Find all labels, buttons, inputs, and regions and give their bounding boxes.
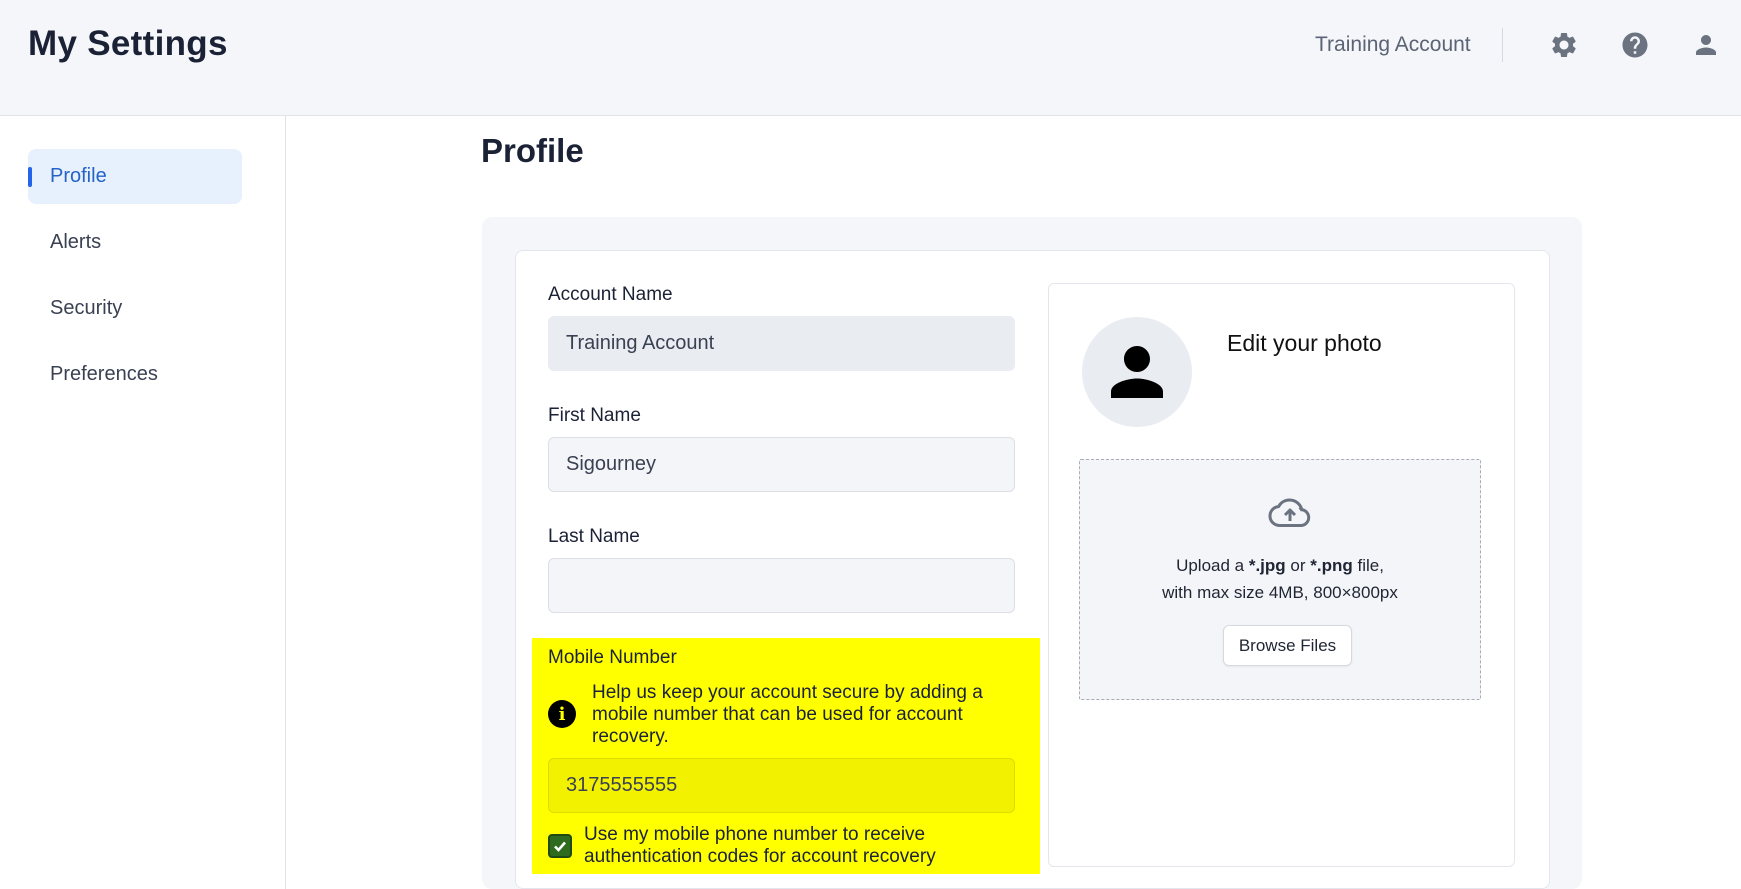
page-title: Profile — [481, 132, 584, 169]
upload-size-limit: with max size 4MB, 800×800px — [1162, 583, 1398, 602]
mobile-number-label: Mobile Number — [548, 647, 677, 668]
last-name-label: Last Name — [548, 526, 640, 547]
sidebar-item-label: Profile — [50, 165, 107, 187]
edit-photo-title: Edit your photo — [1227, 330, 1382, 356]
sidebar-item-label: Alerts — [50, 231, 102, 253]
first-name-field[interactable] — [548, 437, 1015, 492]
settings-sidebar: Profile Alerts Security Preferences — [0, 116, 286, 889]
upload-prefix: Upload a — [1176, 556, 1249, 575]
last-name-field[interactable] — [548, 558, 1015, 613]
upload-or: or — [1285, 556, 1311, 575]
upload-instructions: Upload a *.jpg or *.png file, with max s… — [1079, 552, 1481, 606]
account-name-label[interactable]: Training Account — [1315, 33, 1471, 57]
sidebar-item-alerts[interactable]: Alerts — [28, 215, 242, 270]
gear-icon[interactable] — [1547, 28, 1581, 62]
account-name-field — [548, 316, 1015, 371]
user-icon[interactable] — [1689, 28, 1723, 62]
help-icon[interactable] — [1618, 28, 1652, 62]
first-name-label: First Name — [548, 405, 641, 426]
account-name-label: Account Name — [548, 284, 673, 305]
avatar — [1082, 317, 1192, 427]
cloud-upload-icon — [1268, 498, 1311, 527]
user-icon — [1111, 346, 1163, 398]
mobile-number-field[interactable] — [548, 758, 1015, 813]
top-bar: My Settings Training Account — [0, 0, 1741, 116]
browse-files-button[interactable]: Browse Files — [1223, 625, 1352, 666]
mfa-checkbox[interactable] — [548, 834, 572, 858]
info-icon: i — [548, 700, 576, 728]
checkmark-icon — [554, 841, 566, 852]
jpg-extension: *.jpg — [1248, 556, 1286, 575]
sidebar-item-label: Security — [50, 297, 123, 319]
sidebar-item-profile[interactable]: Profile — [28, 149, 242, 204]
header-divider — [1502, 28, 1503, 62]
sidebar-item-label: Preferences — [50, 363, 158, 385]
sidebar-item-security[interactable]: Security — [28, 281, 242, 336]
upload-suffix: file, — [1352, 556, 1384, 575]
mobile-info: i Help us keep your account secure by ad… — [548, 682, 1018, 748]
app-title: My Settings — [28, 24, 228, 63]
sidebar-item-preferences[interactable]: Preferences — [28, 347, 242, 402]
mfa-checkbox-label: Use my mobile phone number to receive au… — [584, 824, 936, 867]
png-extension: *.png — [1310, 556, 1353, 575]
mfa-checkbox-row[interactable]: Use my mobile phone number to receive au… — [548, 824, 1024, 868]
mobile-info-text: Help us keep your account secure by addi… — [592, 682, 983, 747]
